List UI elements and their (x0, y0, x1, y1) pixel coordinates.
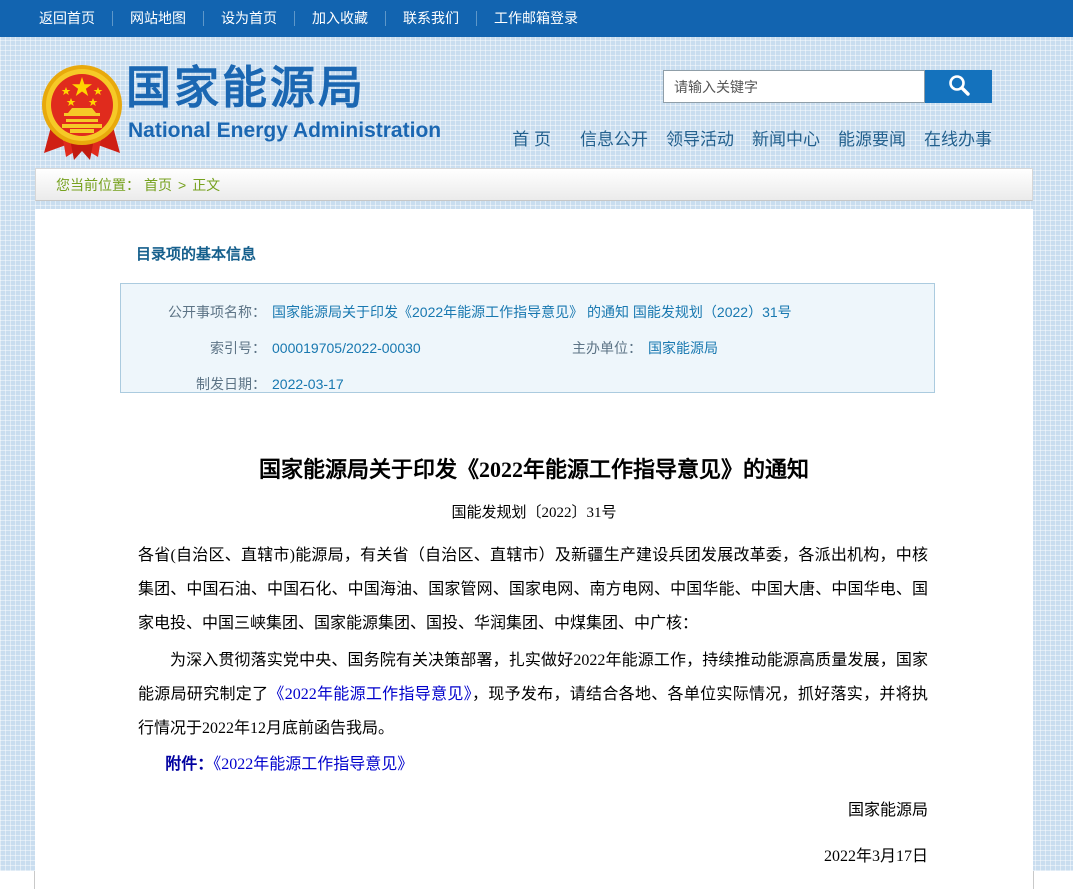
catalog-info-heading: 目录项的基本信息 (136, 243, 256, 264)
info-row-index-org: 索引号： 000019705/2022-00030 主办单位： 国家能源局 (121, 330, 934, 366)
breadcrumb-home-link[interactable]: 首页 (144, 175, 172, 195)
breadcrumb: 您当前位置： 首页 > 正文 (35, 168, 1033, 201)
nav-item-news-center[interactable]: 新闻中心 (743, 125, 829, 150)
content-panel: 目录项的基本信息 公开事项名称： 国家能源局关于印发《2022年能源工作指导意见… (35, 209, 1033, 889)
topbar-link-set-homepage[interactable]: 设为首页 (203, 11, 294, 26)
topbar-link-contact[interactable]: 联系我们 (385, 11, 476, 26)
nav-item-info-disclosure[interactable]: 信息公开 (571, 125, 657, 150)
topbar-link-home[interactable]: 返回首页 (22, 11, 112, 26)
info-label-org: 主办单位： (522, 330, 642, 366)
nav-item-home[interactable]: 首 页 (503, 125, 571, 150)
breadcrumb-prefix: 您当前位置： (56, 175, 140, 195)
info-row-name: 公开事项名称： 国家能源局关于印发《2022年能源工作指导意见》 的通知 国能发… (121, 294, 934, 330)
bottom-right-strip (1033, 871, 1073, 889)
breadcrumb-current: 正文 (192, 175, 220, 195)
nav-item-online-service[interactable]: 在线办事 (915, 125, 992, 150)
breadcrumb-separator: > (172, 177, 192, 193)
article-paragraph-addressees: 各省(自治区、直辖市)能源局，有关省（自治区、直辖市）及新疆生产建设兵团发展改革… (138, 539, 928, 641)
bottom-left-strip (0, 871, 35, 889)
national-emblem-logo[interactable] (40, 61, 124, 163)
signature-date: 2022年3月17日 (138, 840, 928, 874)
info-label-name: 公开事项名称： (121, 294, 266, 330)
attachment-line: 附件：《2022年能源工作指导意见》 (138, 748, 928, 782)
catalog-info-box: 公开事项名称： 国家能源局关于印发《2022年能源工作指导意见》 的通知 国能发… (120, 283, 935, 393)
document-number: 国能发规划〔2022〕31号 (35, 501, 1033, 522)
guidance-opinion-inline-link[interactable]: 《2022年能源工作指导意见》 (268, 686, 472, 703)
search-icon (947, 73, 971, 100)
site-header: 国家能源局 National Energy Administration 首 页… (0, 37, 1073, 168)
topbar-link-mail-login[interactable]: 工作邮箱登录 (476, 11, 595, 26)
info-row-date: 制发日期： 2022-03-17 (121, 366, 934, 402)
site-title: 国家能源局 (126, 63, 366, 113)
info-value-issue-date: 2022-03-17 (272, 366, 344, 402)
info-value-org: 国家能源局 (648, 330, 718, 366)
topbar: 返回首页 网站地图 设为首页 加入收藏 联系我们 工作邮箱登录 (0, 0, 1073, 37)
info-label-index: 索引号： (121, 330, 266, 366)
national-emblem-icon (40, 61, 124, 163)
article-title: 国家能源局关于印发《2022年能源工作指导意见》的通知 (35, 452, 1033, 484)
info-value-index: 000019705/2022-00030 (272, 330, 522, 366)
search-input[interactable] (663, 70, 925, 103)
attachment-link[interactable]: 《2022年能源工作指导意见》 (213, 756, 413, 773)
search-button[interactable] (925, 70, 992, 103)
nav-item-leadership[interactable]: 领导活动 (657, 125, 743, 150)
article-body: 各省(自治区、直辖市)能源局，有关省（自治区、直辖市）及新疆生产建设兵团发展改革… (138, 539, 928, 874)
signature-org: 国家能源局 (138, 794, 928, 828)
info-label-issue-date: 制发日期： (121, 366, 266, 402)
main-nav: 首 页 信息公开 领导活动 新闻中心 能源要闻 在线办事 (503, 125, 992, 150)
attachment-label: 附件： (165, 756, 213, 773)
article-paragraph-main: 为深入贯彻落实党中央、国务院有关决策部署，扎实做好2022年能源工作，持续推动能… (138, 644, 928, 746)
info-value-name: 国家能源局关于印发《2022年能源工作指导意见》 的通知 国能发规划（2022）… (272, 294, 792, 330)
topbar-link-sitemap[interactable]: 网站地图 (112, 11, 203, 26)
topbar-link-favorite[interactable]: 加入收藏 (294, 11, 385, 26)
site-title-english: National Energy Administration (128, 119, 441, 143)
nav-item-energy-news[interactable]: 能源要闻 (829, 125, 915, 150)
